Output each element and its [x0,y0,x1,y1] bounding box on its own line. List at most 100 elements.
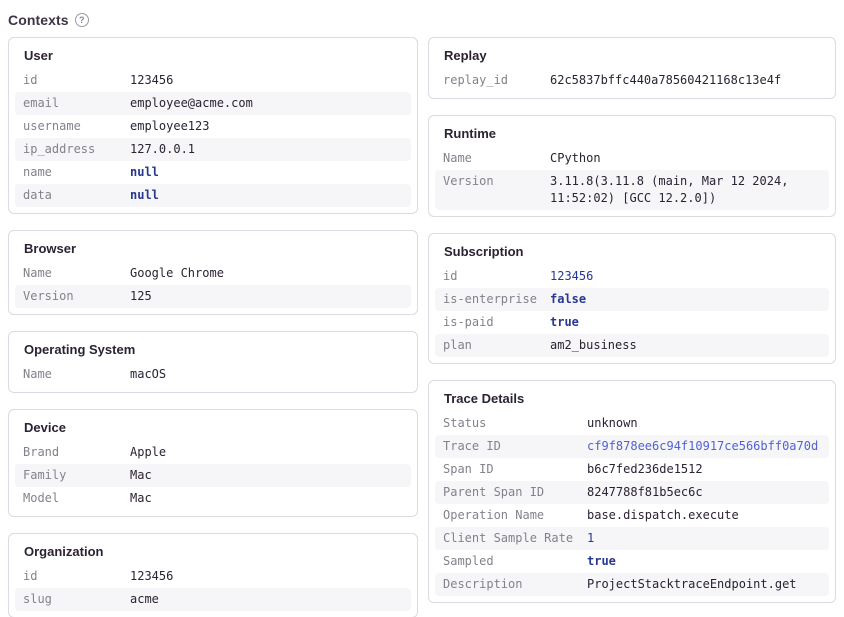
context-row: Sampledtrue [435,550,829,573]
context-row: Operation Namebase.dispatch.execute [435,504,829,527]
card-title: Trace Details [444,391,820,406]
context-key: Brand [23,444,130,461]
card-device: Device BrandAppleFamilyMacModelMac [8,409,418,517]
card-operating-system: Operating System NamemacOS [8,331,418,393]
context-key: is-enterprise [443,291,550,308]
context-key: Description [443,576,587,593]
context-key: email [23,95,130,112]
card-rows: replay_id62c5837bffc440a78560421168c13e4… [435,69,829,92]
help-icon[interactable]: ? [75,13,89,27]
context-row: usernameemployee123 [15,115,411,138]
context-key: Version [23,288,130,305]
card-title: Operating System [24,342,402,357]
context-value: Google Chrome [130,265,403,282]
context-value: 62c5837bffc440a78560421168c13e4f [550,72,821,89]
context-value: ProjectStacktraceEndpoint.get [587,576,821,593]
card-browser: Browser NameGoogle ChromeVersion125 [8,230,418,315]
context-row: slugacme [15,588,411,611]
context-row: DescriptionProjectStacktraceEndpoint.get [435,573,829,596]
context-key: Span ID [443,461,587,478]
card-rows: id123456slugacme [15,565,411,611]
context-row: is-paidtrue [435,311,829,334]
context-value: employee@acme.com [130,95,403,112]
card-title: Runtime [444,126,820,141]
card-rows: NameCPythonVersion3.11.8(3.11.8 (main, M… [435,147,829,210]
context-value: employee123 [130,118,403,135]
context-value: acme [130,591,403,608]
context-row: Parent Span ID8247788f81b5ec6c [435,481,829,504]
context-value: b6c7fed236de1512 [587,461,821,478]
context-row: planam2_business [435,334,829,357]
context-row: Trace IDcf9f878ee6c94f10917ce566bff0a70d [435,435,829,458]
context-value: macOS [130,366,403,383]
context-row: replay_id62c5837bffc440a78560421168c13e4… [435,69,829,92]
context-value[interactable]: cf9f878ee6c94f10917ce566bff0a70d [587,438,821,455]
context-key: Client Sample Rate [443,530,587,547]
card-rows: BrandAppleFamilyMacModelMac [15,441,411,510]
context-key: Name [23,366,130,383]
context-row: id123456 [435,265,829,288]
column-left: User id123456emailemployee@acme.comusern… [8,37,418,617]
context-value: 125 [130,288,403,305]
card-title: Browser [24,241,402,256]
context-row: Version3.11.8(3.11.8 (main, Mar 12 2024,… [435,170,829,210]
context-row: namenull [15,161,411,184]
contexts-header: Contexts ? [0,0,844,37]
context-row: NamemacOS [15,363,411,386]
context-value: base.dispatch.execute [587,507,821,524]
context-key: data [23,187,130,204]
context-value: 127.0.0.1 [130,141,403,158]
context-row: is-enterprisefalse [435,288,829,311]
card-title: Organization [24,544,402,559]
context-row: NameCPython [435,147,829,170]
card-title: User [24,48,402,63]
column-right: Replay replay_id62c5837bffc440a785604211… [428,37,836,617]
card-rows: id123456is-enterprisefalseis-paidtruepla… [435,265,829,357]
card-organization: Organization id123456slugacme [8,533,418,617]
context-value: 1 [587,530,821,547]
context-row: Version125 [15,285,411,308]
context-row: NameGoogle Chrome [15,262,411,285]
context-value: unknown [587,415,821,432]
card-user: User id123456emailemployee@acme.comusern… [8,37,418,214]
card-rows: id123456emailemployee@acme.comusernameem… [15,69,411,207]
context-value: CPython [550,150,821,167]
context-key: slug [23,591,130,608]
context-value: true [550,314,821,331]
context-key: id [443,268,550,285]
context-row: id123456 [15,69,411,92]
context-key: id [23,72,130,89]
context-value: 8247788f81b5ec6c [587,484,821,501]
context-key: Model [23,490,130,507]
context-key: Family [23,467,130,484]
context-key: Trace ID [443,438,587,455]
context-value: 123456 [130,568,403,585]
context-key: Name [23,265,130,282]
card-title: Replay [444,48,820,63]
context-value: null [130,164,403,181]
context-value: am2_business [550,337,821,354]
context-value: Mac [130,467,403,484]
context-value: Mac [130,490,403,507]
context-row: Statusunknown [435,412,829,435]
context-row: Client Sample Rate1 [435,527,829,550]
context-row: FamilyMac [15,464,411,487]
card-trace-details: Trace Details StatusunknownTrace IDcf9f8… [428,380,836,603]
context-key: username [23,118,130,135]
card-rows: NamemacOS [15,363,411,386]
context-key: Operation Name [443,507,587,524]
context-row: Span IDb6c7fed236de1512 [435,458,829,481]
context-key: name [23,164,130,181]
context-value: null [130,187,403,204]
context-value: 123456 [550,268,821,285]
card-replay: Replay replay_id62c5837bffc440a785604211… [428,37,836,99]
context-key: is-paid [443,314,550,331]
context-row: ip_address127.0.0.1 [15,138,411,161]
context-key: Version [443,173,550,190]
context-row: id123456 [15,565,411,588]
context-key: Parent Span ID [443,484,587,501]
card-rows: StatusunknownTrace IDcf9f878ee6c94f10917… [435,412,829,596]
context-key: Status [443,415,587,432]
context-value: 123456 [130,72,403,89]
context-row: emailemployee@acme.com [15,92,411,115]
